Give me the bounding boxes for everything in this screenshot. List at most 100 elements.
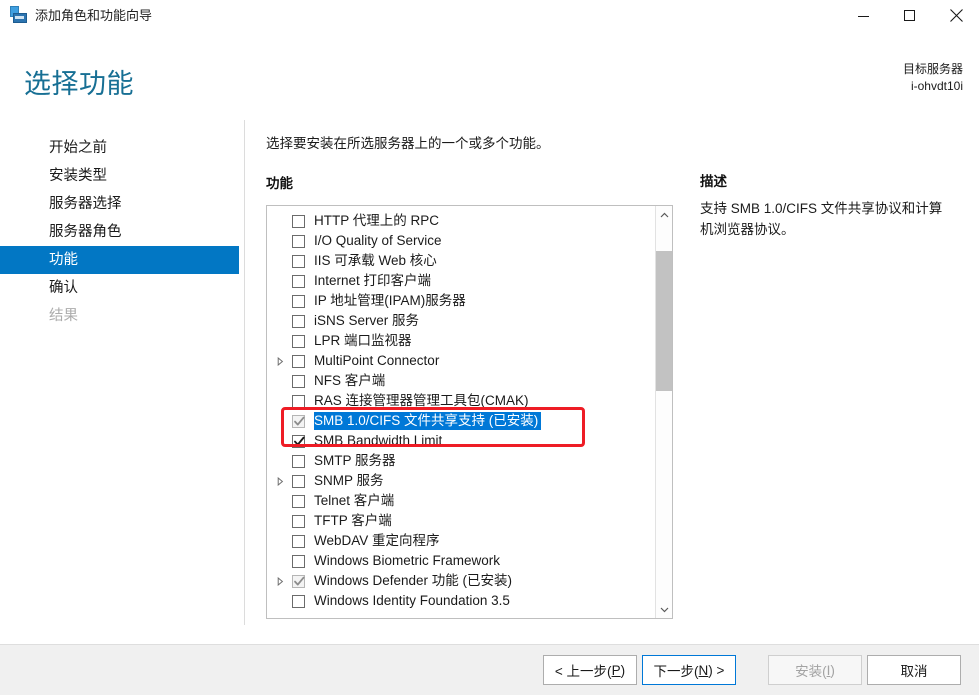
close-button[interactable] [933,0,979,31]
feature-row[interactable]: SMTP 服务器 [267,451,655,471]
feature-label: SMTP 服务器 [314,453,396,468]
chevron-up-icon [660,212,668,217]
sidebar-item-4[interactable]: 功能 [0,246,239,274]
target-server-info: 目标服务器 i-ohvdt10i [903,61,963,95]
feature-row[interactable]: IP 地址管理(IPAM)服务器 [267,291,655,311]
cancel-button[interactable]: 取消 [867,655,961,685]
feature-label: Windows Identity Foundation 3.5 [314,593,510,608]
sidebar-item-2[interactable]: 服务器选择 [0,190,239,218]
feature-row[interactable]: Windows Biometric Framework [267,551,655,571]
target-server-label: 目标服务器 [902,62,963,76]
feature-row[interactable]: SMB Bandwidth Limit [267,431,655,451]
sidebar-item-label: 功能 [49,252,78,268]
feature-row[interactable]: IIS 可承载 Web 核心 [267,251,655,271]
check-icon [294,436,305,446]
sidebar-item-1[interactable]: 安装类型 [0,162,239,190]
feature-checkbox[interactable] [292,534,305,548]
expand-triangle-icon [277,576,284,586]
next-button[interactable]: 下一步(N) > [642,655,736,685]
feature-checkbox[interactable] [292,474,305,488]
feature-checkbox[interactable] [292,594,305,608]
feature-checkbox[interactable] [292,334,305,348]
feature-label: TFTP 客户端 [314,513,392,528]
install-button[interactable]: 安装(I) [768,655,862,685]
feature-checkbox[interactable] [292,454,305,468]
page-title: 选择功能 [24,69,134,99]
feature-label: LPR 端口监视器 [314,333,412,348]
feature-row[interactable]: I/O Quality of Service [267,231,655,251]
close-icon [949,9,963,22]
expand-triangle-icon [277,476,284,486]
feature-row[interactable]: Windows Defender 功能 (已安装) [267,571,655,591]
feature-checkbox[interactable] [292,374,305,388]
feature-row[interactable]: Telnet 客户端 [267,491,655,511]
wizard-steps-sidebar: 开始之前 安装类型 服务器选择 服务器角色 功能 确认 结果 [0,134,239,330]
feature-checkbox[interactable] [292,214,305,228]
feature-checkbox[interactable] [292,514,305,528]
feature-label: SMB 1.0/CIFS 文件共享支持 (已安装) [314,412,542,430]
feature-row[interactable]: SNMP 服务 [267,471,655,491]
feature-label: I/O Quality of Service [314,233,442,248]
expand-triangle-icon[interactable] [277,571,292,591]
feature-checkbox[interactable] [292,554,305,568]
previous-button[interactable]: < 上一步(P) [543,655,637,685]
sidebar-item-label: 安装类型 [49,168,107,184]
feature-checkbox[interactable] [292,354,305,368]
sidebar-item-label: 开始之前 [49,140,107,156]
expand-triangle-icon[interactable] [277,471,292,491]
expand-triangle-icon[interactable] [277,351,292,371]
feature-row[interactable]: WebDAV 重定向程序 [267,531,655,551]
feature-label: RAS 连接管理器管理工具包(CMAK) [314,393,529,408]
description-body: 支持 SMB 1.0/CIFS 文件共享协议和计算机浏览器协议。 [700,201,943,237]
feature-row[interactable]: Windows Identity Foundation 3.5 [267,591,655,611]
scroll-down-button[interactable] [656,601,672,618]
feature-checkbox[interactable] [292,234,305,248]
feature-checkbox[interactable] [292,494,305,508]
feature-checkbox[interactable] [292,294,305,308]
feature-row[interactable]: MultiPoint Connector [267,351,655,371]
expand-triangle-icon [277,356,284,366]
sidebar-item-label: 确认 [49,280,78,296]
features-listbox[interactable]: HTTP 代理上的 RPC I/O Quality of Service IIS 可… [266,205,673,619]
minimize-button[interactable] [841,0,887,31]
maximize-button[interactable] [887,0,933,31]
feature-row[interactable]: iSNS Server 服务 [267,311,655,331]
feature-label: WebDAV 重定向程序 [314,533,440,548]
feature-checkbox[interactable] [292,434,305,448]
feature-label: SNMP 服务 [314,473,384,488]
feature-label: iSNS Server 服务 [314,313,420,328]
sidebar-item-3[interactable]: 服务器角色 [0,218,239,246]
check-icon [294,576,305,585]
feature-row[interactable]: TFTP 客户端 [267,511,655,531]
feature-checkbox[interactable] [292,394,305,408]
server-wizard-icon [8,5,28,26]
features-scrollbar[interactable] [655,206,672,618]
scroll-up-button[interactable] [656,206,672,223]
feature-checkbox[interactable] [292,314,305,328]
feature-row[interactable]: HTTP 代理上的 RPC [267,211,655,231]
feature-row[interactable]: NFS 客户端 [267,371,655,391]
feature-checkbox[interactable] [292,274,305,288]
feature-label: IP 地址管理(IPAM)服务器 [314,293,466,308]
feature-row[interactable]: LPR 端口监视器 [267,331,655,351]
feature-label: HTTP 代理上的 RPC [314,213,440,228]
instruction-text: 选择要安装在所选服务器上的一个或多个功能。 [266,136,550,151]
features-section-label: 功能 [266,176,293,191]
scrollbar-thumb[interactable] [656,251,672,391]
sidebar-item-0[interactable]: 开始之前 [0,134,239,162]
sidebar-item-5[interactable]: 确认 [0,274,239,302]
feature-row[interactable]: RAS 连接管理器管理工具包(CMAK) [267,391,655,411]
maximize-icon [904,9,915,21]
feature-checkbox[interactable] [292,254,305,268]
feature-row[interactable]: Internet 打印客户端 [267,271,655,291]
feature-row[interactable]: SMB 1.0/CIFS 文件共享支持 (已安装) [267,411,655,431]
